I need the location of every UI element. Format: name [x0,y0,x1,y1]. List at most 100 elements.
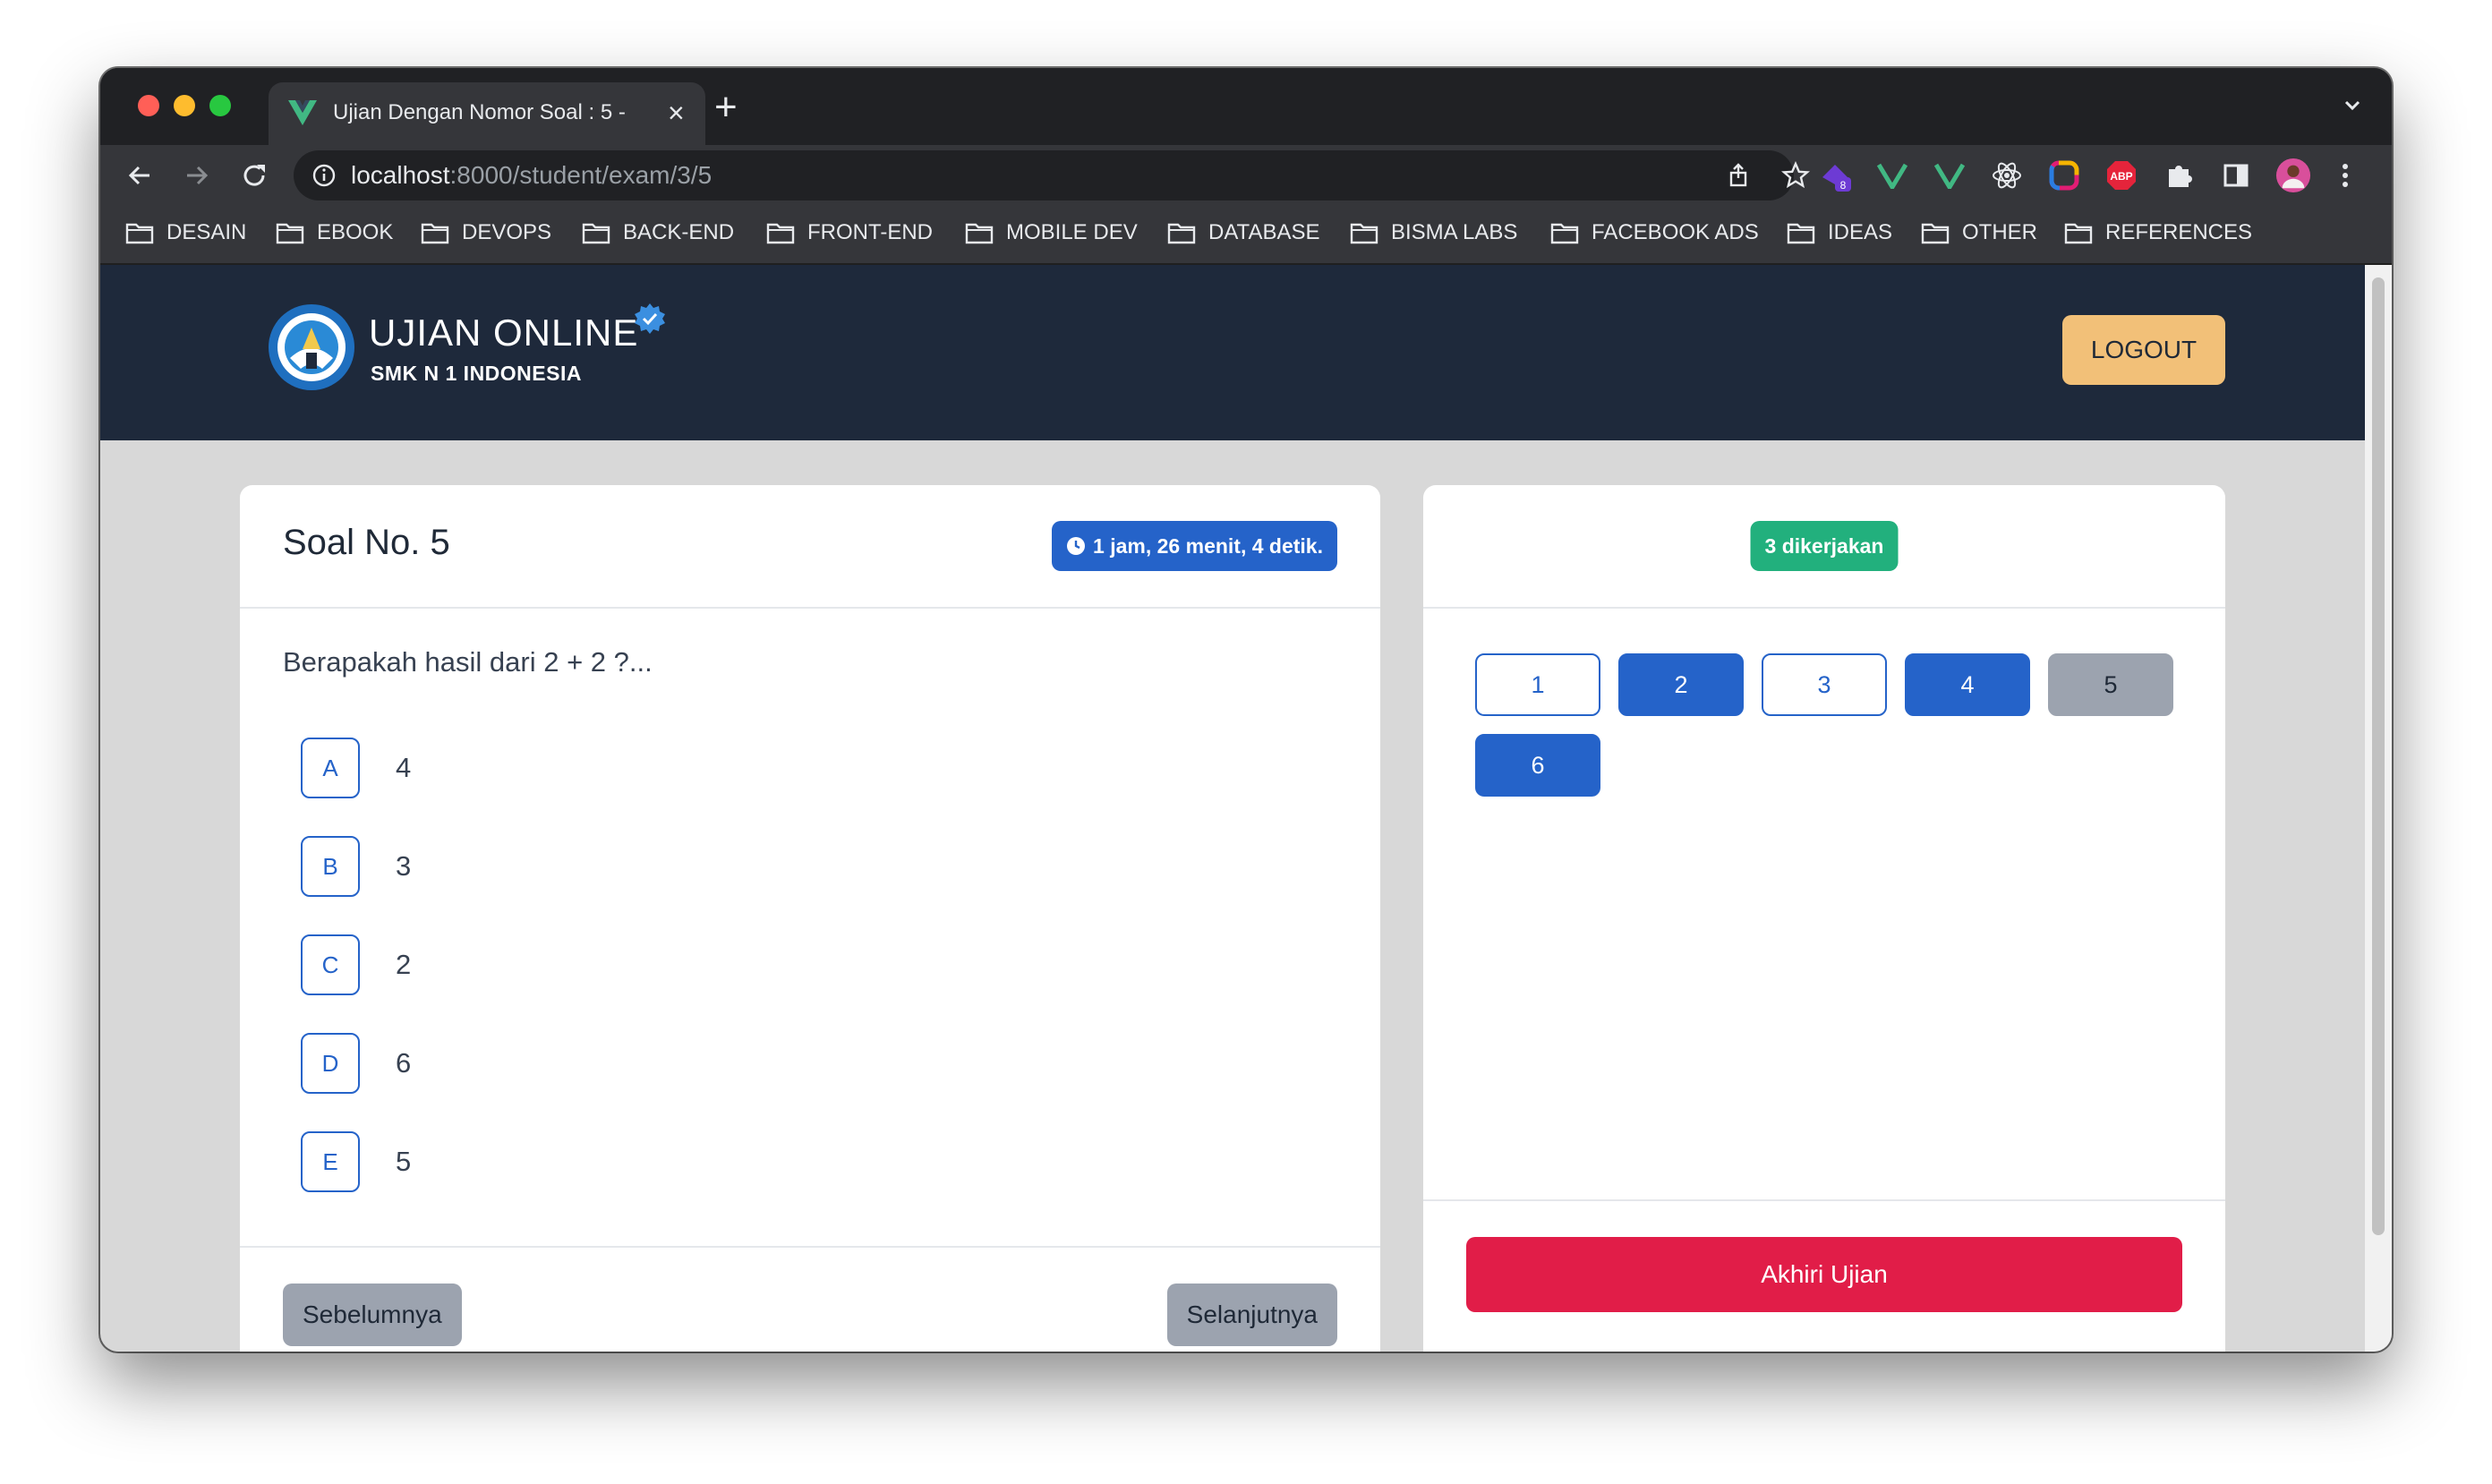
answer-option-e[interactable]: E 5 [301,1131,411,1192]
scrollbar-thumb[interactable] [2372,277,2385,1235]
question-number-button-current[interactable]: 5 [2048,653,2173,716]
profile-avatar-icon[interactable] [2275,158,2311,193]
question-number-button[interactable]: 3 [1762,653,1887,716]
folder-icon [582,223,610,244]
new-tab-button[interactable]: + [714,88,738,127]
puzzle-icon [2169,166,2192,187]
next-button[interactable]: Selanjutnya [1166,1284,1337,1346]
hat-icon: 8 [1822,165,1851,192]
question-nav-header: 3 dikerjakan [1423,485,2225,609]
url-text: localhost:8000/student/exam/3/5 [351,161,712,190]
vue-icon [288,100,317,125]
option-letter[interactable]: B [301,836,360,897]
color-ring-icon [2049,160,2079,191]
timer-text: 1 jam, 26 menit, 4 detik. [1093,533,1323,558]
info-icon[interactable] [312,163,337,188]
timer-badge: 1 jam, 26 menit, 4 detik. [1052,521,1337,571]
previous-button[interactable]: Sebelumnya [283,1284,462,1346]
bookmark-folder[interactable]: FRONT-END [766,220,933,245]
extension-badge-icon[interactable]: 8 [1817,158,1853,193]
answer-option-c[interactable]: C 2 [301,934,411,995]
forward-button[interactable] [177,156,217,195]
option-letter[interactable]: C [301,934,360,995]
question-number-button[interactable]: 1 [1475,653,1600,716]
bookmark-folder[interactable]: DEVOPS [421,220,551,245]
maximize-window-button[interactable] [209,95,231,116]
bookmark-label: MOBILE DEV [1006,220,1138,244]
adblock-label: ABP [2110,170,2132,183]
option-letter[interactable]: E [301,1131,360,1192]
folder-icon [1167,223,1196,244]
avatar [2275,158,2311,193]
browser-toolbar: localhost:8000/student/exam/3/5 8 ABP [100,145,2392,206]
answer-option-a[interactable]: A 4 [301,738,411,798]
vue-devtools-icon[interactable] [1932,158,1967,193]
chevron-down-icon[interactable] [2340,93,2365,118]
bookmark-label: IDEAS [1828,220,1893,244]
verified-badge-icon [635,303,665,334]
folder-icon [2064,223,2093,244]
bookmark-folder[interactable]: IDEAS [1787,220,1892,245]
bookmark-folder[interactable]: FACEBOOK ADS [1550,220,1759,245]
bookmark-label: REFERENCES [2105,220,2253,244]
bookmark-label: FRONT-END [807,220,933,244]
react-devtools-icon[interactable] [1989,158,2025,193]
tab-strip: Ujian Dengan Nomor Soal : 5 - × + [100,68,2392,145]
bookmark-folder[interactable]: EBOOK [276,220,393,245]
vue-devtools-icon[interactable] [1874,158,1910,193]
url-host: localhost [351,161,450,189]
bookmark-folder[interactable]: DESAIN [125,220,246,245]
address-bar[interactable]: localhost:8000/student/exam/3/5 [294,150,1810,200]
tab-title: Ujian Dengan Nomor Soal : 5 - [333,100,626,124]
answer-option-d[interactable]: D 6 [301,1033,411,1094]
question-card-footer: Sebelumnya Selanjutnya [240,1246,1380,1352]
bookmark-label: FACEBOOK ADS [1592,220,1759,244]
reload-icon [243,165,265,186]
adblock-plus-icon[interactable]: ABP [2104,158,2139,193]
tab-active[interactable]: Ujian Dengan Nomor Soal : 5 - × [269,82,705,145]
option-letter[interactable]: D [301,1033,360,1094]
bookmark-label: DEVOPS [462,220,552,244]
side-panel-icon[interactable] [2218,158,2254,193]
bookmark-label: OTHER [1962,220,2037,244]
bookmark-folder[interactable]: REFERENCES [2064,220,2252,245]
bookmark-folder[interactable]: DATABASE [1167,220,1319,245]
question-number-button[interactable]: 4 [1905,653,2030,716]
finish-exam-button[interactable]: Akhiri Ujian [1466,1237,2182,1312]
bookmark-label: BISMA LABS [1391,220,1518,244]
app-title: UJIAN ONLINE [369,311,639,354]
folder-icon [1350,223,1378,244]
question-number-button[interactable]: 6 [1475,734,1600,797]
share-icon[interactable] [1724,161,1753,190]
tab-close-icon[interactable]: × [668,97,685,129]
bookmarks-bar: DESAIN EBOOK DEVOPS BACK-END FRONT-END M… [100,206,2392,265]
extensions-puzzle-icon[interactable] [2161,158,2197,193]
answer-option-b[interactable]: B 3 [301,836,411,897]
bookmark-folder[interactable]: OTHER [1921,220,2037,245]
reload-button[interactable] [235,156,274,195]
option-letter[interactable]: A [301,738,360,798]
logout-button[interactable]: LOGOUT [2062,315,2225,385]
tut-wuri-handayani-logo [269,304,354,390]
option-text: 3 [396,850,412,882]
folder-icon [276,223,304,244]
back-button[interactable] [120,156,159,195]
folder-icon [1550,223,1579,244]
folder-icon [1921,223,1950,244]
question-number-button[interactable]: 2 [1618,653,1744,716]
page-scrollbar[interactable] [2365,265,2392,1352]
answered-count-badge: 3 dikerjakan [1750,521,1899,571]
color-picker-icon[interactable] [2046,158,2082,193]
url-path: :8000/student/exam/3/5 [449,161,713,189]
more-menu-icon[interactable] [2327,158,2363,193]
star-icon[interactable] [1781,161,1810,190]
option-text: 2 [396,949,412,980]
question-nav-card: 3 dikerjakan 1 2 3 4 5 6 Akhiri Ujian [1423,485,2225,1352]
minimize-window-button[interactable] [174,95,195,116]
bookmark-folder[interactable]: MOBILE DEV [965,220,1138,245]
stop-sign-icon: ABP [2107,161,2136,190]
bookmark-folder[interactable]: BISMA LABS [1350,220,1517,245]
atom-icon [1993,162,2021,189]
close-window-button[interactable] [138,95,159,116]
bookmark-folder[interactable]: BACK-END [582,220,734,245]
